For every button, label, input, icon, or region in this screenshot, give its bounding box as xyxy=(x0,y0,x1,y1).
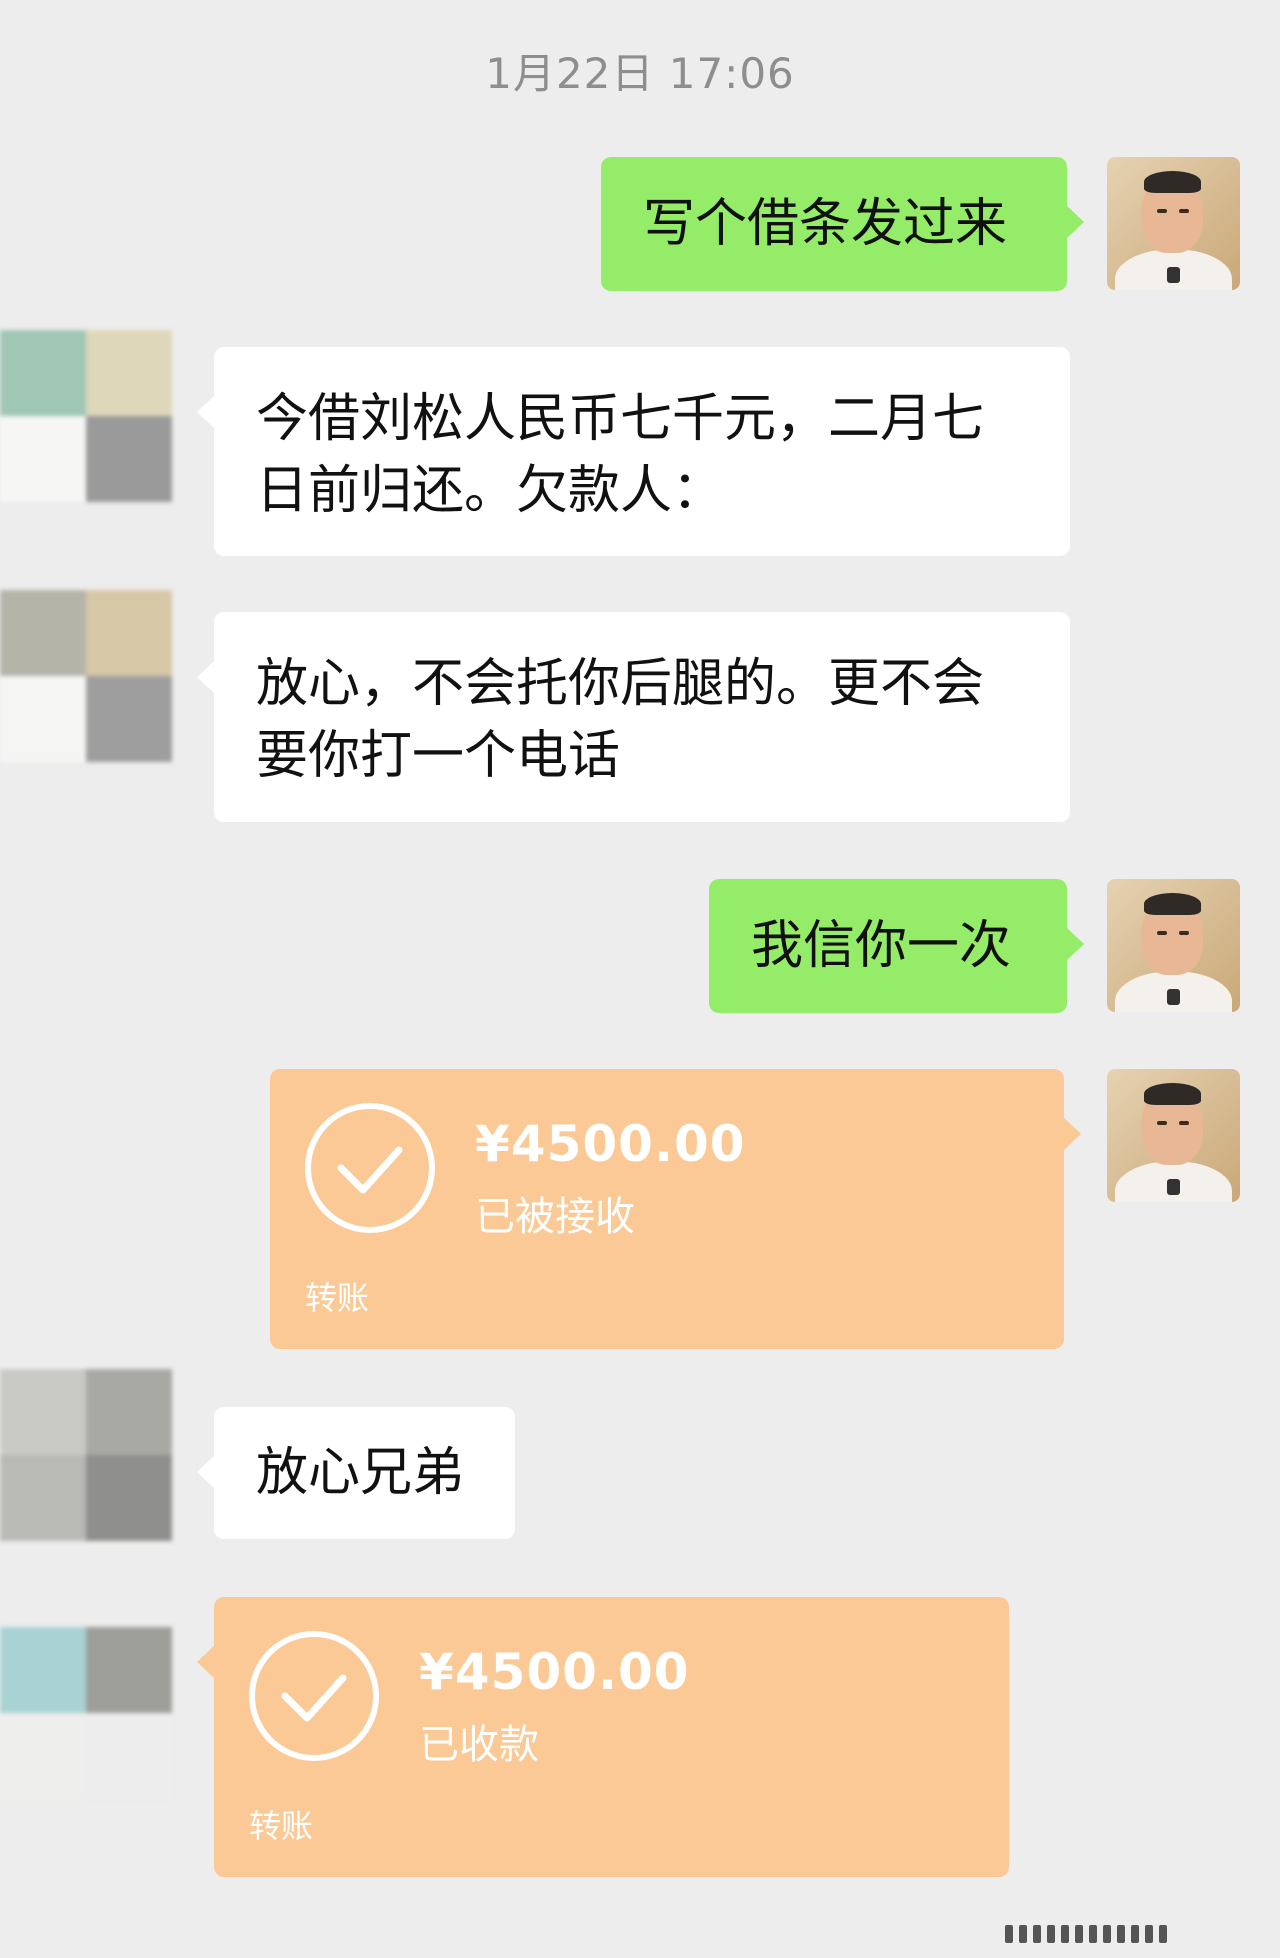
message-text: 放心兄弟 xyxy=(256,1443,465,1503)
indicator-bar xyxy=(1061,1925,1069,1943)
message-bubble-sent[interactable]: 写个借条发过来 xyxy=(601,157,1084,291)
avatar-badge xyxy=(1167,989,1180,1005)
avatar-eye xyxy=(1179,931,1189,935)
avatar-tile xyxy=(0,1455,86,1541)
avatar-tile xyxy=(86,1369,172,1455)
check-circle-icon xyxy=(249,1631,379,1761)
indicator-bar xyxy=(1019,1925,1027,1943)
avatar-hair xyxy=(1144,1083,1201,1105)
avatar-badge xyxy=(1167,267,1180,283)
contact-avatar[interactable] xyxy=(0,590,172,762)
avatar-tile xyxy=(86,330,172,416)
contact-avatar[interactable] xyxy=(0,1627,172,1799)
chat-timestamp: 1月22日 17:06 xyxy=(485,49,795,98)
transfer-status: 已收款 xyxy=(419,1722,539,1768)
indicator-bar xyxy=(1075,1925,1083,1943)
avatar-tile xyxy=(86,676,172,762)
avatar-tile xyxy=(0,676,86,762)
message-bubble-received[interactable]: 放心兄弟 xyxy=(197,1407,515,1539)
transfer-amount: ¥4500.00 xyxy=(475,1115,746,1173)
avatar-tile xyxy=(0,590,86,676)
avatar-tile xyxy=(0,330,86,416)
avatar-tile xyxy=(86,1713,172,1799)
avatar-tile xyxy=(86,1455,172,1541)
transfer-label: 转账 xyxy=(249,1807,314,1845)
indicator-bar xyxy=(1131,1925,1139,1943)
message-bubble-received[interactable]: 今借刘松人民币七千元，二月七 日前归还。欠款人： xyxy=(197,347,1070,556)
check-circle-icon xyxy=(305,1103,435,1233)
avatar-hair xyxy=(1144,893,1201,915)
indicator-bar xyxy=(1159,1925,1167,1943)
message-text: 我信你一次 xyxy=(751,916,1012,976)
avatar-tile xyxy=(0,416,86,502)
avatar-tile xyxy=(0,1369,86,1455)
avatar-eye xyxy=(1157,1121,1167,1125)
indicator-bar xyxy=(1005,1925,1013,1943)
contact-avatar[interactable] xyxy=(0,330,172,502)
avatar-hair xyxy=(1144,171,1201,193)
transfer-amount: ¥4500.00 xyxy=(419,1643,690,1701)
message-text-line: 日前归还。欠款人： xyxy=(256,461,725,521)
my-avatar[interactable] xyxy=(1107,157,1240,290)
indicator-bar xyxy=(1033,1925,1041,1943)
avatar-tile xyxy=(86,416,172,502)
indicator-bar xyxy=(1089,1925,1097,1943)
home-indicator xyxy=(1005,1925,1255,1943)
avatar-eye xyxy=(1157,209,1167,213)
transfer-card-sent[interactable]: ¥4500.00 已被接收 转账 xyxy=(270,1069,1081,1349)
message-text-line: 要你打一个电话 xyxy=(256,726,621,786)
avatar-eye xyxy=(1179,209,1189,213)
avatar-tile xyxy=(86,590,172,676)
avatar-tile xyxy=(0,1627,86,1713)
message-bubble-received[interactable]: 放心，不会托你后腿的。更不会 要你打一个电话 xyxy=(197,612,1070,822)
avatar-badge xyxy=(1167,1179,1180,1195)
indicator-bar xyxy=(1047,1925,1055,1943)
avatar-eye xyxy=(1157,931,1167,935)
my-avatar[interactable] xyxy=(1107,879,1240,1012)
avatar-tile xyxy=(0,1713,86,1799)
contact-avatar[interactable] xyxy=(0,1369,172,1541)
indicator-bar xyxy=(1145,1925,1153,1943)
transfer-status: 已被接收 xyxy=(475,1194,635,1240)
message-text: 写个借条发过来 xyxy=(643,194,1008,254)
message-text-line: 今借刘松人民币七千元，二月七 xyxy=(256,389,985,449)
avatar-eye xyxy=(1179,1121,1189,1125)
my-avatar[interactable] xyxy=(1107,1069,1240,1202)
transfer-card-received[interactable]: ¥4500.00 已收款 转账 xyxy=(197,1597,1009,1877)
indicator-bar xyxy=(1103,1925,1111,1943)
message-text-line: 放心，不会托你后腿的。更不会 xyxy=(256,654,985,714)
transfer-label: 转账 xyxy=(305,1279,370,1317)
message-bubble-sent[interactable]: 我信你一次 xyxy=(709,879,1084,1013)
indicator-bar xyxy=(1117,1925,1125,1943)
avatar-tile xyxy=(86,1627,172,1713)
